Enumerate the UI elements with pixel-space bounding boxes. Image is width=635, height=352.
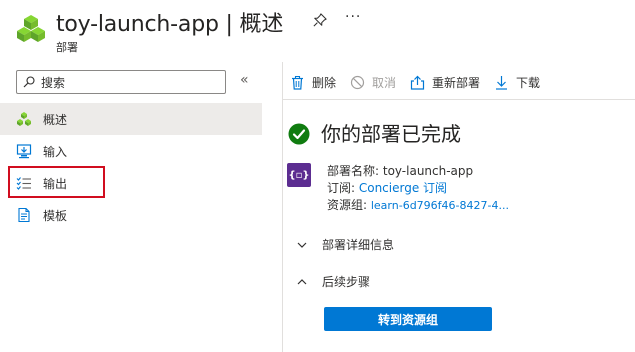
download-icon: [496, 75, 508, 90]
sidebar-item-inputs[interactable]: 输入: [0, 135, 262, 167]
chevron-down-icon: [297, 242, 307, 248]
download-button[interactable]: 下载: [494, 74, 540, 91]
outputs-highlight-annotation: [8, 166, 105, 198]
deployment-status-title: 你的部署已完成: [321, 122, 461, 146]
command-bar: 删除 取消 重新部署 下载: [290, 70, 554, 94]
next-steps-label: 后续步骤: [322, 275, 371, 289]
overview-icon: [16, 111, 32, 127]
page-title: toy-launch-app | 概述: [56, 12, 284, 37]
success-check-icon: [288, 123, 310, 145]
resource-group-label: 资源组:: [327, 198, 371, 212]
inputs-icon: [16, 143, 32, 159]
deployment-name-row: 部署名称: toy-launch-app: [327, 162, 473, 179]
next-steps-toggle[interactable]: 后续步骤: [296, 273, 370, 290]
subscription-link[interactable]: Concierge 订阅: [359, 181, 447, 195]
sidebar-item-label: 模板: [43, 208, 68, 223]
deployment-details-label: 部署详细信息: [322, 238, 395, 252]
search-input[interactable]: 搜索: [16, 70, 226, 94]
delete-button[interactable]: 删除: [290, 74, 336, 91]
sidebar-item-label: 概述: [43, 112, 68, 127]
template-icon: [16, 207, 32, 223]
subscription-row: 订阅: Concierge 订阅: [327, 179, 447, 196]
trash-icon: [292, 75, 303, 90]
search-placeholder: 搜索: [41, 75, 66, 90]
resource-group-link[interactable]: learn-6d796f46-8427-4...: [371, 199, 509, 212]
deployment-template-icon: {▫}: [287, 163, 311, 187]
cancel-icon: [350, 75, 365, 89]
deployment-name-label: 部署名称:: [327, 164, 383, 178]
more-options-icon[interactable]: ···: [345, 9, 361, 25]
pane-divider: [282, 62, 283, 352]
sidebar-item-template[interactable]: 模板: [0, 199, 262, 231]
toolbar-divider: [283, 99, 635, 100]
subscription-label: 订阅:: [327, 181, 359, 195]
search-icon: [23, 76, 35, 88]
pin-icon[interactable]: [313, 13, 327, 27]
deployment-details-toggle[interactable]: 部署详细信息: [296, 236, 394, 253]
cancel-label: 取消: [372, 75, 397, 90]
resource-group-row: 资源组: learn-6d796f46-8427-4...: [327, 196, 509, 213]
sidebar-item-overview[interactable]: 概述: [0, 103, 262, 135]
cancel-button[interactable]: 取消: [350, 74, 396, 91]
upload-icon: [410, 75, 425, 90]
download-label: 下载: [516, 75, 541, 90]
page-subtitle: 部署: [56, 41, 78, 54]
deployment-name-value: toy-launch-app: [382, 164, 474, 178]
collapse-sidebar-button[interactable]: «: [240, 72, 249, 88]
delete-label: 删除: [312, 75, 337, 90]
deployment-cubes-icon: [17, 15, 45, 42]
go-to-resource-group-button[interactable]: 转到资源组: [324, 307, 492, 331]
redeploy-button[interactable]: 重新部署: [410, 74, 480, 91]
redeploy-label: 重新部署: [432, 75, 481, 90]
sidebar-item-label: 输入: [43, 144, 68, 159]
chevron-up-icon: [297, 278, 307, 284]
